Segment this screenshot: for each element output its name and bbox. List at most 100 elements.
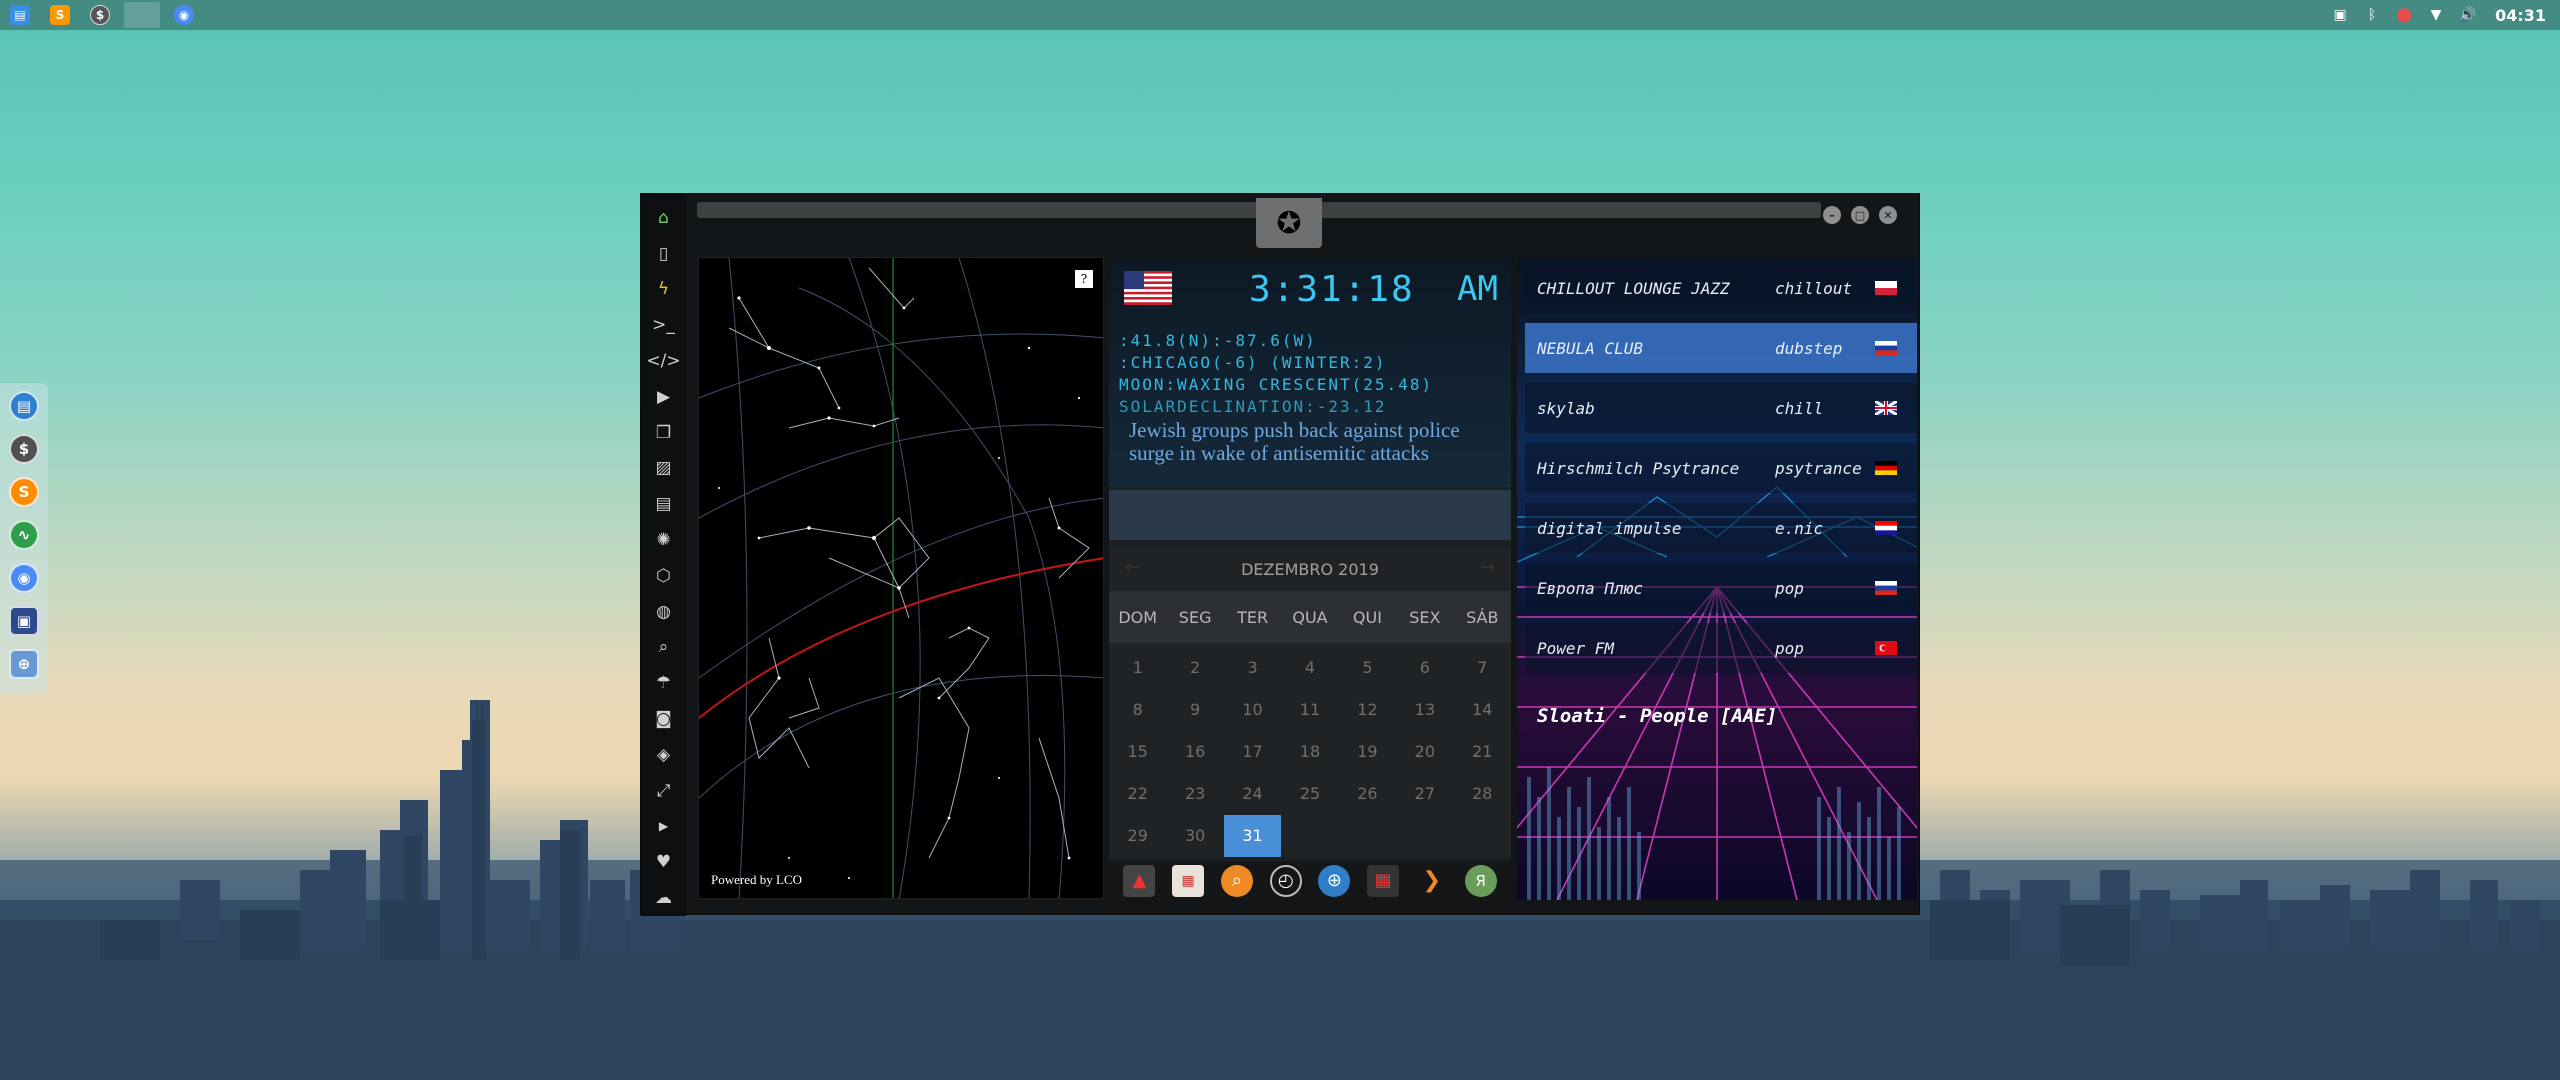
calendar-date[interactable]: 23 bbox=[1166, 773, 1223, 815]
news-icon[interactable]: ▤ bbox=[644, 486, 684, 522]
heart-icon[interactable]: ♥ bbox=[644, 844, 684, 880]
usa-flag-icon bbox=[1124, 271, 1172, 305]
calendar-date[interactable]: 27 bbox=[1396, 773, 1453, 815]
calendar-date[interactable]: 16 bbox=[1166, 731, 1223, 773]
contact-icon[interactable]: ◙ bbox=[644, 701, 684, 737]
dock-chrome[interactable]: ◉ bbox=[7, 560, 41, 595]
calendar-date[interactable]: 4 bbox=[1281, 647, 1338, 689]
play-arrow-icon[interactable]: ❯ bbox=[1416, 865, 1448, 897]
calendar-date[interactable]: 9 bbox=[1166, 689, 1223, 731]
calendar-date[interactable]: 17 bbox=[1224, 731, 1281, 773]
calendar-date[interactable]: 3 bbox=[1224, 647, 1281, 689]
dock-globe[interactable]: ⊕ bbox=[7, 646, 41, 681]
station-genre: e.nic bbox=[1775, 518, 1824, 538]
globe-icon[interactable]: ⊕ bbox=[1318, 864, 1351, 897]
calendar-date[interactable]: 24 bbox=[1224, 773, 1281, 815]
calendar-date[interactable]: 15 bbox=[1109, 731, 1166, 773]
calendar-date[interactable]: 29 bbox=[1109, 815, 1166, 857]
dollar-launcher[interactable]: $ bbox=[80, 0, 120, 30]
calendar-date[interactable]: 22 bbox=[1109, 773, 1166, 815]
cloud-icon[interactable]: ☁ bbox=[644, 880, 684, 916]
calendar-date[interactable]: 10 bbox=[1224, 689, 1281, 731]
star-map[interactable]: ? Powered by LCO bbox=[698, 257, 1104, 899]
code-icon[interactable]: </> bbox=[644, 343, 684, 379]
calendar-date[interactable]: 14 bbox=[1454, 689, 1511, 731]
calendar-date[interactable]: 20 bbox=[1396, 731, 1453, 773]
station-row[interactable]: skylab chill bbox=[1525, 383, 1917, 433]
station-genre: chillout bbox=[1775, 278, 1853, 298]
terminal-icon[interactable]: >_ bbox=[644, 307, 684, 343]
calendar-date[interactable]: 5 bbox=[1339, 647, 1396, 689]
image-tray-icon[interactable]: ▣ bbox=[2331, 6, 2349, 24]
red-arrow-icon[interactable]: ▲ bbox=[1123, 864, 1156, 897]
minimize-button[interactable]: – bbox=[1823, 206, 1841, 224]
youtube-icon[interactable]: ▶ bbox=[644, 809, 684, 845]
calendar-date[interactable]: 13 bbox=[1396, 689, 1453, 731]
calendar-date[interactable]: 6 bbox=[1396, 647, 1453, 689]
station-row[interactable]: digital impulse e.nic bbox=[1525, 503, 1917, 553]
dock-dollar[interactable]: $ bbox=[7, 431, 41, 466]
settings-icon[interactable]: ✺ bbox=[644, 522, 684, 558]
fullscreen-icon[interactable]: ⤢ bbox=[644, 773, 684, 809]
sublime-launcher[interactable]: S bbox=[40, 0, 80, 30]
calendar-date[interactable]: 11 bbox=[1281, 689, 1338, 731]
station-row[interactable]: Hirschmilch Psytrance psytrance bbox=[1525, 443, 1917, 493]
russia-flag-icon bbox=[1875, 341, 1897, 355]
calendar-date[interactable]: 12 bbox=[1339, 689, 1396, 731]
calendar-note-icon[interactable]: ▦ bbox=[1172, 864, 1205, 897]
station-row-selected[interactable]: NEBULA CLUB dubstep bbox=[1525, 323, 1917, 373]
station-row[interactable]: Power FM pop bbox=[1525, 623, 1917, 673]
globe-icon[interactable]: ◍ bbox=[644, 594, 684, 630]
calendar-date[interactable]: 19 bbox=[1339, 731, 1396, 773]
calendar-date[interactable]: 18 bbox=[1281, 731, 1338, 773]
chrome-launcher[interactable]: ◉ bbox=[164, 0, 204, 30]
dollar-icon: $ bbox=[90, 5, 110, 25]
folder-launcher[interactable]: ▤ bbox=[0, 0, 40, 30]
diamond-icon[interactable]: ◈ bbox=[644, 737, 684, 773]
home-icon[interactable]: ⌂ bbox=[644, 200, 684, 236]
dock-sublime[interactable]: S bbox=[7, 474, 41, 509]
station-name: Power FM bbox=[1537, 638, 1615, 658]
bolt-icon[interactable]: ϟ bbox=[644, 272, 684, 308]
clock-icon[interactable]: ◴ bbox=[1269, 864, 1302, 897]
image-icon[interactable]: ▨ bbox=[644, 451, 684, 487]
calendar-date[interactable]: 25 bbox=[1281, 773, 1338, 815]
yandex-icon[interactable]: Я bbox=[1464, 864, 1497, 897]
dock-file-manager[interactable]: ▤ bbox=[7, 388, 41, 423]
calendar-date[interactable]: 21 bbox=[1454, 731, 1511, 773]
prev-month-button[interactable]: ← bbox=[1125, 557, 1140, 578]
dock-activity-monitor[interactable]: ∿ bbox=[7, 517, 41, 552]
document-icon[interactable]: ▯ bbox=[644, 236, 684, 272]
search-icon[interactable]: ⌕ bbox=[1220, 864, 1253, 897]
window-titlebar[interactable]: ✪ – □ ✕ bbox=[691, 198, 1916, 258]
play-icon[interactable]: ▶ bbox=[644, 379, 684, 415]
calendar-date[interactable]: 1 bbox=[1109, 647, 1166, 689]
calendar-date[interactable]: 30 bbox=[1166, 815, 1223, 857]
close-button[interactable]: ✕ bbox=[1879, 206, 1897, 224]
volume-icon[interactable]: 🔊 bbox=[2459, 6, 2477, 24]
next-month-button[interactable]: → bbox=[1480, 557, 1495, 578]
maximize-button[interactable]: □ bbox=[1851, 206, 1869, 224]
station-row[interactable]: CHILLOUT LOUNGE JAZZ chillout bbox=[1525, 263, 1917, 313]
taskbar-window-slot[interactable] bbox=[124, 2, 160, 28]
bluetooth-icon[interactable]: ᛒ bbox=[2363, 6, 2381, 24]
copy-icon[interactable]: ❐ bbox=[644, 415, 684, 451]
help-button[interactable]: ? bbox=[1075, 270, 1093, 288]
calendar-date[interactable]: 28 bbox=[1454, 773, 1511, 815]
system-clock[interactable]: 04:31 bbox=[2495, 6, 2546, 25]
search-icon[interactable]: ⌕ bbox=[644, 630, 684, 666]
hexagon-icon[interactable]: ⬡ bbox=[644, 558, 684, 594]
station-row[interactable]: Европа Плюс pop bbox=[1525, 563, 1917, 613]
calendar-date[interactable]: 2 bbox=[1166, 647, 1223, 689]
calendar-date[interactable]: 26 bbox=[1339, 773, 1396, 815]
calendar-date[interactable]: 8 bbox=[1109, 689, 1166, 731]
calendar-icon[interactable]: ▦ bbox=[1367, 864, 1400, 897]
no-entry-icon[interactable]: ⬤ bbox=[2395, 6, 2413, 24]
wifi-icon[interactable]: ▼ bbox=[2427, 6, 2445, 24]
calendar-date-today[interactable]: 31 bbox=[1223, 815, 1282, 857]
news-headline[interactable]: Jewish groups push back against police s… bbox=[1129, 419, 1509, 465]
umbrella-icon[interactable]: ☂ bbox=[644, 665, 684, 701]
system-tray: ▣ ᛒ ⬤ ▼ 🔊 04:31 bbox=[2331, 0, 2560, 30]
calendar-date[interactable]: 7 bbox=[1454, 647, 1511, 689]
dock-screenshot[interactable]: ▣ bbox=[7, 603, 41, 638]
